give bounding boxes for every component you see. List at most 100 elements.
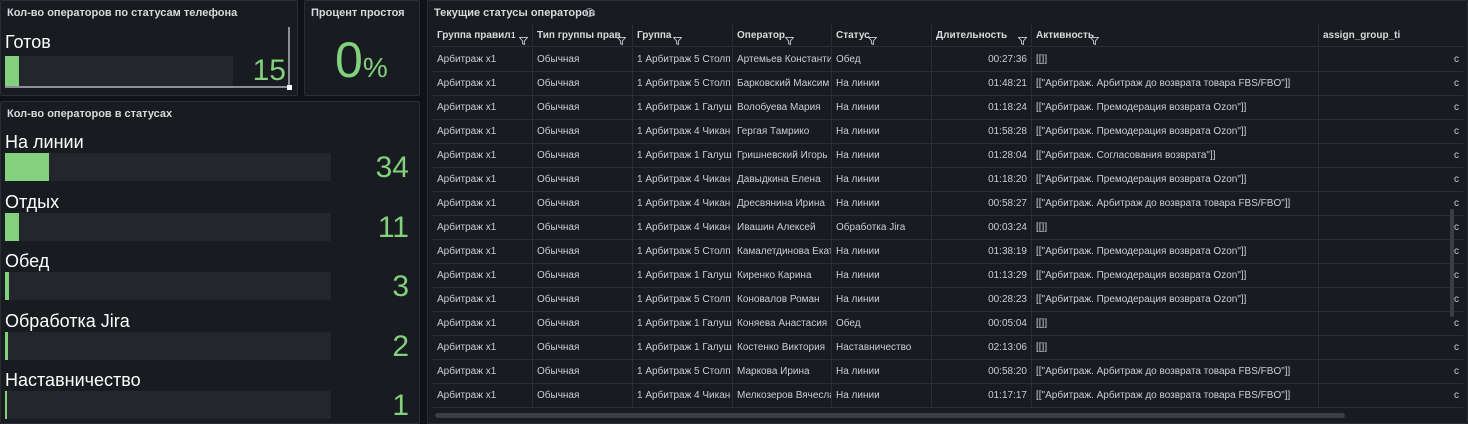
panel-title[interactable]: Кол-во операторов по статусам телефона bbox=[7, 7, 237, 19]
table-cell: 1 Арбитраж 4 Чикан bbox=[633, 192, 733, 216]
table-cell: [["Арбитраж. Премодерация возврата Ozon"… bbox=[1032, 264, 1319, 288]
table-cell: [[]] bbox=[1032, 48, 1319, 72]
table-cell: 1 Арбитраж 4 Чикан bbox=[633, 216, 733, 240]
status-bar-fill bbox=[5, 391, 7, 419]
table-cell: c bbox=[1454, 78, 1459, 89]
table-cell: c bbox=[1454, 342, 1459, 353]
table-cell: 1 Арбитраж 1 Галуш bbox=[633, 96, 733, 120]
table-cell: Арбитраж х1 bbox=[433, 264, 533, 288]
table-cell: Коновалов Роман bbox=[733, 288, 832, 312]
status-value: 34 bbox=[375, 151, 409, 184]
filter-icon[interactable] bbox=[1089, 32, 1100, 46]
column-header[interactable]: Группа правил 1 bbox=[433, 25, 533, 47]
table-cell: Обычная bbox=[533, 72, 633, 96]
table-cell: Обычная bbox=[533, 288, 633, 312]
idle-percent-panel: Процент простоя 0% bbox=[304, 0, 420, 96]
table-row[interactable]: Арбитраж х1 Обычная 1 Арбитраж 1 Галуш Воло… bbox=[433, 96, 1463, 120]
table-cell: Обычная bbox=[533, 96, 633, 120]
table-row[interactable]: Арбитраж х1 Обычная 1 Арбитраж 5 Столп Коно… bbox=[433, 288, 1463, 312]
operators-table: Группа правил 1 Тип группы прав Группа Опера… bbox=[433, 25, 1463, 413]
column-header[interactable]: Статус bbox=[832, 25, 932, 47]
filter-icon[interactable] bbox=[867, 32, 878, 46]
status-bar bbox=[5, 56, 233, 86]
table-cell: На линии bbox=[832, 192, 932, 216]
status-bar bbox=[5, 153, 331, 181]
horizontal-scrollbar[interactable] bbox=[435, 413, 1345, 418]
table-cell: Обычная bbox=[533, 216, 633, 240]
table-cell: Гришневский Игорь bbox=[733, 144, 832, 168]
idle-value: 0 bbox=[335, 32, 363, 88]
status-bar bbox=[5, 391, 331, 419]
panel-title[interactable]: Кол-во операторов в статусах bbox=[7, 108, 172, 120]
table-row[interactable]: Арбитраж х1 Обычная 1 Арбитраж 4 Чикан Давы… bbox=[433, 168, 1463, 192]
table-row[interactable]: Арбитраж х1 Обычная 1 Арбитраж 5 Столп Кама… bbox=[433, 240, 1463, 264]
filter-icon[interactable] bbox=[784, 32, 795, 46]
table-row[interactable]: Арбитраж х1 Обычная 1 Арбитраж 5 Столп Марк… bbox=[433, 360, 1463, 384]
table-cell: Арбитраж х1 bbox=[433, 384, 533, 408]
table-row[interactable]: Арбитраж х1 Обычная 1 Арбитраж 1 Галуш Коня… bbox=[433, 312, 1463, 336]
resize-corner-icon[interactable] bbox=[287, 85, 292, 90]
column-header[interactable]: Активность bbox=[1032, 25, 1319, 47]
sort-indicator[interactable]: 1 bbox=[511, 25, 515, 47]
table-cell: Дресвянина Ирина bbox=[733, 192, 832, 216]
table-cell: Обычная bbox=[533, 48, 633, 72]
table-cell: c bbox=[1454, 126, 1459, 137]
filter-icon[interactable] bbox=[616, 32, 627, 46]
table-row[interactable]: Арбитраж х1 Обычная 1 Арбитраж 4 Чикан Мелк… bbox=[433, 384, 1463, 408]
table-cell: Обычная bbox=[533, 144, 633, 168]
panel-title[interactable]: Текущие статусы операторов bbox=[434, 7, 595, 19]
resize-handle-bar bbox=[288, 27, 290, 87]
status-label: Готов bbox=[5, 32, 51, 52]
column-header-label: assign_group_ti bbox=[1323, 30, 1401, 41]
status-value: 3 bbox=[392, 270, 409, 303]
column-header[interactable]: assign_group_ti bbox=[1319, 25, 1463, 47]
table-cell: 1 Арбитраж 4 Чикан bbox=[633, 168, 733, 192]
table-cell: На линии bbox=[832, 168, 932, 192]
table-row[interactable]: Арбитраж х1 Обычная 1 Арбитраж 4 Чикан Иваш… bbox=[433, 216, 1463, 240]
table-cell: 01:13:29 bbox=[932, 264, 1032, 288]
table-cell: [["Арбитраж. Арбитраж до возврата товара… bbox=[1032, 384, 1319, 408]
table-cell: c bbox=[1454, 318, 1459, 329]
column-header[interactable]: Длительность bbox=[932, 25, 1032, 47]
column-header[interactable]: Тип группы прав bbox=[533, 25, 633, 47]
table-cell: На линии bbox=[832, 144, 932, 168]
status-value: 1 bbox=[392, 389, 409, 422]
column-header-label: Оператор bbox=[737, 30, 786, 41]
table-row[interactable]: Арбитраж х1 Обычная 1 Арбитраж 5 Столп Барк… bbox=[433, 72, 1463, 96]
table-cell: Арбитраж х1 bbox=[433, 48, 533, 72]
table-cell: c bbox=[1454, 174, 1459, 185]
panel-title[interactable]: Процент простоя bbox=[311, 7, 405, 19]
filter-icon[interactable] bbox=[1017, 32, 1028, 46]
table-cell: 01:18:20 bbox=[932, 168, 1032, 192]
table-row[interactable]: Арбитраж х1 Обычная 1 Арбитраж 1 Галуш Кире… bbox=[433, 264, 1463, 288]
info-icon[interactable]: i bbox=[585, 8, 594, 17]
table-row[interactable]: Арбитраж х1 Обычная 1 Арбитраж 4 Чикан Герг… bbox=[433, 120, 1463, 144]
table-row[interactable]: Арбитраж х1 Обычная 1 Арбитраж 5 Столп Арте… bbox=[433, 48, 1463, 72]
table-cell: 02:13:06 bbox=[932, 336, 1032, 360]
table-cell: Киренко Карина bbox=[733, 264, 832, 288]
table-header: Группа правил 1 Тип группы прав Группа Опера… bbox=[433, 25, 1463, 47]
filter-icon[interactable] bbox=[518, 32, 529, 46]
vertical-scrollbar[interactable] bbox=[1450, 209, 1454, 317]
table-cell: 00:03:24 bbox=[932, 216, 1032, 240]
table-cell: Наставничество bbox=[832, 336, 932, 360]
table-cell: [["Арбитраж. Премодерация возврата Ozon"… bbox=[1032, 240, 1319, 264]
table-cell: c bbox=[1454, 294, 1459, 305]
status-bar-fill bbox=[5, 212, 19, 241]
column-header-label: Длительность bbox=[936, 30, 1008, 41]
column-header-label: Статус bbox=[836, 30, 870, 41]
status-label: Отдых bbox=[5, 191, 60, 212]
column-header[interactable]: Оператор bbox=[733, 25, 832, 47]
column-header-label: Активность bbox=[1036, 30, 1095, 41]
table-row[interactable]: Арбитраж х1 Обычная 1 Арбитраж 1 Галуш Гриш… bbox=[433, 144, 1463, 168]
column-header[interactable]: Группа bbox=[633, 25, 733, 47]
filter-icon[interactable] bbox=[672, 32, 683, 46]
table-cell: Обычная bbox=[533, 264, 633, 288]
table-cell: c bbox=[1454, 222, 1459, 233]
table-cell: 00:27:36 bbox=[932, 48, 1032, 72]
table-row[interactable]: Арбитраж х1 Обычная 1 Арбитраж 4 Чикан Дрес… bbox=[433, 192, 1463, 216]
table-cell: На линии bbox=[832, 384, 932, 408]
table-cell: c bbox=[1454, 102, 1459, 113]
table-row[interactable]: Арбитраж х1 Обычная 1 Арбитраж 1 Галуш Кост… bbox=[433, 336, 1463, 360]
table-cell: Обработка Jira bbox=[832, 216, 932, 240]
